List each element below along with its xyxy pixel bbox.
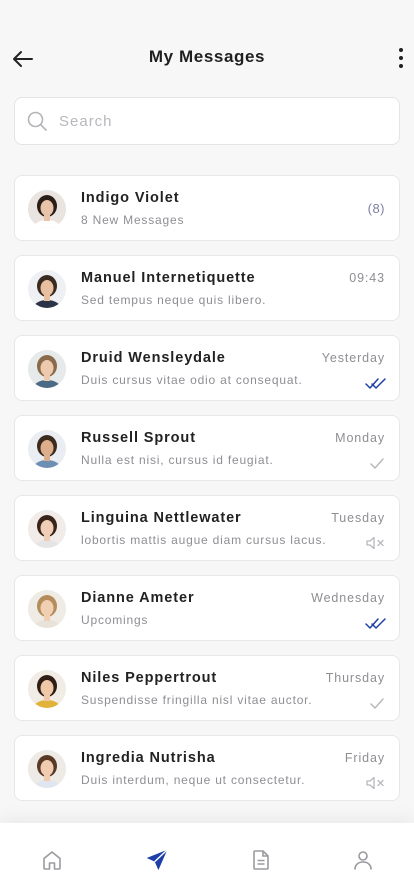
tab-home[interactable]	[39, 847, 65, 873]
message-status	[365, 375, 387, 391]
message-preview: lobortis mattis augue diam cursus lacus.	[81, 533, 327, 547]
avatar	[28, 190, 66, 228]
contact-name: Indigo Violet	[81, 190, 180, 206]
message-preview: Nulla est nisi, cursus id feugiat.	[81, 453, 274, 467]
conversation-item[interactable]: Dianne Ameter Upcomings Wednesday	[14, 575, 400, 641]
message-time: Wednesday	[311, 591, 385, 605]
contact-name: Ingredia Nutrisha	[81, 750, 216, 766]
message-preview: Sed tempus neque quis libero.	[81, 293, 267, 307]
mute-icon	[366, 776, 384, 790]
conversation-list: Indigo Violet 8 New Messages (8) Manuel Int…	[14, 175, 400, 815]
contact-name: Linguina Nettlewater	[81, 510, 242, 526]
message-preview: 8 New Messages	[81, 213, 185, 227]
more-dot	[399, 64, 403, 68]
message-preview: Upcomings	[81, 613, 149, 627]
more-options-button[interactable]	[394, 44, 408, 72]
contact-name: Dianne Ameter	[81, 590, 195, 606]
message-status	[365, 775, 387, 791]
home-icon	[43, 851, 61, 870]
message-preview: Suspendisse fringilla nisl vitae auctor.	[81, 693, 313, 707]
avatar	[28, 670, 66, 708]
message-status	[365, 695, 387, 711]
conversation-item[interactable]: Druid Wensleydale Duis cursus vitae odio …	[14, 335, 400, 401]
contact-name: Druid Wensleydale	[81, 350, 226, 366]
tab-documents[interactable]	[248, 847, 274, 873]
more-dots-icon	[399, 48, 403, 52]
message-time: 09:43	[349, 271, 385, 285]
double-check-icon	[365, 378, 386, 389]
search-input[interactable]	[59, 112, 359, 130]
avatar	[28, 430, 66, 468]
search-bar[interactable]	[14, 97, 400, 145]
message-status	[365, 535, 387, 551]
contact-name: Russell Sprout	[81, 430, 196, 446]
message-preview: Duis cursus vitae odio at consequat.	[81, 373, 303, 387]
message-time: Thursday	[325, 671, 385, 685]
conversation-item[interactable]: Russell Sprout Nulla est nisi, cursus id …	[14, 415, 400, 481]
check-icon	[370, 458, 384, 469]
send-icon	[146, 849, 168, 871]
conversation-item[interactable]: Niles Peppertrout Suspendisse fringilla n…	[14, 655, 400, 721]
avatar	[28, 350, 66, 388]
conversation-item[interactable]: Manuel Internetiquette Sed tempus neque q…	[14, 255, 400, 321]
tab-bar	[0, 823, 414, 896]
mute-icon	[366, 536, 384, 550]
message-preview: Duis interdum, neque ut consectetur.	[81, 773, 306, 787]
tab-messages[interactable]	[144, 847, 170, 873]
user-icon	[354, 851, 372, 870]
message-time: Friday	[344, 751, 385, 765]
message-time: Tuesday	[331, 511, 385, 525]
message-time: Yesterday	[321, 351, 385, 365]
check-icon	[370, 698, 384, 709]
conversation-item[interactable]: Indigo Violet 8 New Messages (8)	[14, 175, 400, 241]
avatar	[28, 510, 66, 548]
conversation-item[interactable]: Ingredia Nutrisha Duis interdum, neque ut…	[14, 735, 400, 801]
list-fade	[0, 800, 414, 824]
contact-name: Niles Peppertrout	[81, 670, 218, 686]
avatar	[28, 590, 66, 628]
message-status	[365, 615, 387, 631]
tab-profile[interactable]	[350, 847, 376, 873]
search-icon	[27, 111, 47, 131]
document-icon	[253, 850, 269, 870]
avatar	[28, 750, 66, 788]
double-check-icon	[365, 618, 386, 629]
contact-name: Manuel Internetiquette	[81, 270, 256, 286]
unread-count: (8)	[367, 201, 385, 216]
avatar	[28, 270, 66, 308]
more-dot	[399, 56, 403, 60]
message-time: Monday	[335, 431, 385, 445]
conversation-item[interactable]: Linguina Nettlewater lobortis mattis augu…	[14, 495, 400, 561]
message-status	[365, 455, 387, 471]
page-title: My Messages	[148, 47, 266, 66]
header: My Messages	[0, 0, 414, 96]
